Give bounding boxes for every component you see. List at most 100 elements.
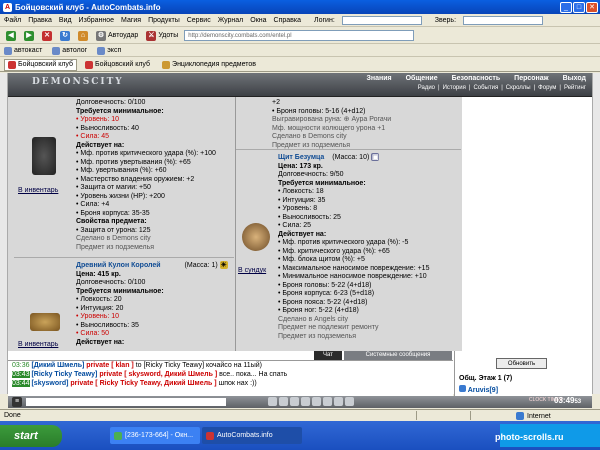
shield-title[interactable]: Щит Безумца: [278, 154, 324, 161]
nav-character[interactable]: Персонаж: [514, 75, 548, 82]
back-button[interactable]: ◀: [4, 30, 18, 42]
start-button[interactable]: start: [0, 425, 62, 447]
fav-fightclub-1-label: Бойцовский клуб: [18, 61, 74, 68]
filter-icon[interactable]: [290, 397, 299, 406]
maximize-icon[interactable]: □: [573, 1, 585, 13]
menu-service[interactable]: Сервис: [187, 17, 211, 24]
armor-stat-line: • Уровень жизни (HP): +200: [76, 192, 165, 200]
close-icon[interactable]: ✕: [586, 1, 598, 13]
login-label: Логин:: [314, 16, 335, 24]
menu-products[interactable]: Продукты: [148, 17, 180, 24]
item2-title[interactable]: Древний Кулон Королей: [76, 262, 161, 269]
udary-label: Удоты: [158, 32, 179, 39]
chat-time[interactable]: 03:44: [12, 380, 30, 387]
nav-events[interactable]: События: [473, 85, 498, 91]
translit-icon[interactable]: [312, 397, 321, 406]
clear-icon[interactable]: [279, 397, 288, 406]
udary-icon: ⚔: [146, 30, 157, 41]
nav-forum[interactable]: Форум: [538, 85, 556, 91]
to-inventory-link-2[interactable]: В инвентарь: [18, 341, 58, 348]
menu-magic[interactable]: Магия: [121, 17, 141, 24]
minimize-icon[interactable]: _: [560, 1, 572, 13]
nav-exit[interactable]: Выход: [563, 75, 586, 82]
armor-stat-line: • Броня корпуса: 35-35: [76, 209, 150, 217]
refresh-button[interactable]: Обновить: [496, 358, 547, 369]
fav-fightclub-1[interactable]: Бойцовский клуб: [4, 58, 78, 71]
chat-time[interactable]: 03:36: [12, 362, 30, 369]
room-panel: Обновить Общ. Этаж 1 (7) Aruvis[9]: [454, 351, 592, 396]
shield-stat-line: • Уровень: 8: [278, 205, 318, 212]
stop-button[interactable]: ✕: [40, 30, 54, 42]
chat-message: 03:43 [Ricky Ticky Teawy] private [ skys…: [8, 370, 453, 379]
menu-icon[interactable]: ≡: [12, 397, 22, 407]
nav-rating[interactable]: Рейтинг: [564, 85, 586, 91]
shield-stat-line: Сделано в Angels city: [278, 315, 348, 323]
book-icon: [162, 60, 171, 69]
nav-knowledge[interactable]: Знания: [366, 75, 391, 82]
menu-windows[interactable]: Окна: [250, 17, 266, 24]
to-chest-link[interactable]: В сундук: [238, 267, 266, 274]
udary-button[interactable]: ⚔ Удоты: [144, 30, 180, 42]
watermark: photo-scrolls.ru: [495, 432, 564, 442]
chat-author[interactable]: [Дикий Шмель]: [30, 362, 87, 369]
task-autocombats[interactable]: AutoCombats.info: [202, 427, 302, 444]
items-pane: В инвентарь В инвентарь Долговечность: 0…: [8, 97, 592, 351]
game-time-hm: 03:49: [554, 396, 575, 405]
armor-stat-line: Действует на:: [76, 141, 125, 149]
menu-file[interactable]: Файл: [4, 17, 21, 24]
settings-icon[interactable]: [345, 397, 354, 406]
to-inventory-link-1[interactable]: В инвентарь: [18, 187, 58, 194]
chat-private-tag[interactable]: private [ Ricky Ticky Teawy, Дикий Шмель…: [70, 380, 218, 387]
link-autolog[interactable]: автолог: [52, 46, 87, 55]
menu-view[interactable]: Вид: [59, 17, 72, 24]
back-arrow-icon: ◀: [6, 30, 16, 41]
menu-journal[interactable]: Журнал: [218, 17, 244, 24]
link-autocast[interactable]: автокаст: [4, 46, 42, 55]
left-collapse-strip[interactable]: [0, 73, 8, 394]
chat-private-tag[interactable]: private [ klan ]: [86, 362, 135, 369]
address-bar[interactable]: http://demonscity.combats.com/entel.pl: [184, 30, 415, 41]
color-icon[interactable]: [334, 397, 343, 406]
helmet-stat-line: +2: [272, 99, 280, 106]
nav-security[interactable]: Безопасность: [452, 75, 501, 82]
game-nav-top: Знания Общение Безопасность Персонаж Вых…: [366, 75, 586, 82]
armor-stat-line: • Мф. против критического удара (%): +10…: [76, 150, 216, 157]
tab-chat[interactable]: Чат: [314, 351, 342, 360]
app-icon: A: [3, 2, 12, 12]
room-title: Общ. Этаж 1 (7): [459, 375, 513, 382]
fav-fightclub-2[interactable]: Бойцовский клуб: [81, 59, 154, 71]
armor-stat-line: • Защита от магии: +50: [76, 184, 151, 191]
chat-private-tag[interactable]: private [ skysword, Дикий Шмель ]: [99, 371, 219, 378]
nav-scrolls[interactable]: Скроллы: [506, 85, 531, 91]
shield-stat-line: • Интуиция: 35: [278, 196, 326, 204]
scroll-icon[interactable]: [323, 397, 332, 406]
menu-help[interactable]: Справка: [274, 17, 301, 24]
forward-button[interactable]: ▶: [22, 30, 36, 42]
task-icq[interactable]: [236-173-664] - Окн...: [110, 427, 200, 444]
chat-input[interactable]: [26, 398, 226, 406]
armor-stat-line: • Мастерство владения оружием: +2: [76, 175, 195, 183]
nav-communication[interactable]: Общение: [406, 75, 438, 82]
autoudar-button[interactable]: ⚙ Автоудар: [94, 30, 140, 42]
smile-icon[interactable]: [268, 397, 277, 406]
chat-time[interactable]: 03:43: [12, 371, 30, 378]
menu-bar: Файл Правка Вид Избранное Магия Продукты…: [0, 14, 600, 27]
link-exp[interactable]: эксп: [97, 46, 121, 55]
nav-radio[interactable]: Радио: [418, 85, 435, 91]
menu-edit[interactable]: Правка: [28, 17, 52, 24]
refresh-button[interactable]: ↻: [58, 30, 72, 42]
refresh-icon: ↻: [60, 30, 70, 41]
nav-history[interactable]: История: [443, 85, 466, 91]
left-item2-stats: Цена: 415 кр. Долговечность: 0/100 Требует…: [76, 271, 234, 348]
sound-icon[interactable]: [301, 397, 310, 406]
room-user[interactable]: Aruvis[9]: [459, 385, 498, 394]
beast-field[interactable]: [463, 15, 544, 25]
home-button[interactable]: ⌂: [76, 30, 90, 42]
right-collapse-strip[interactable]: [592, 73, 600, 394]
chat-author[interactable]: [Ricky Ticky Teawy]: [30, 371, 100, 378]
tab-system-messages[interactable]: Системные сообщения: [344, 351, 452, 360]
menu-favorites[interactable]: Избранное: [79, 17, 114, 24]
login-field[interactable]: [341, 15, 422, 25]
fav-encyclopedia[interactable]: Энциклопедия предметов: [158, 59, 260, 71]
chat-author[interactable]: [skysword]: [30, 380, 71, 387]
